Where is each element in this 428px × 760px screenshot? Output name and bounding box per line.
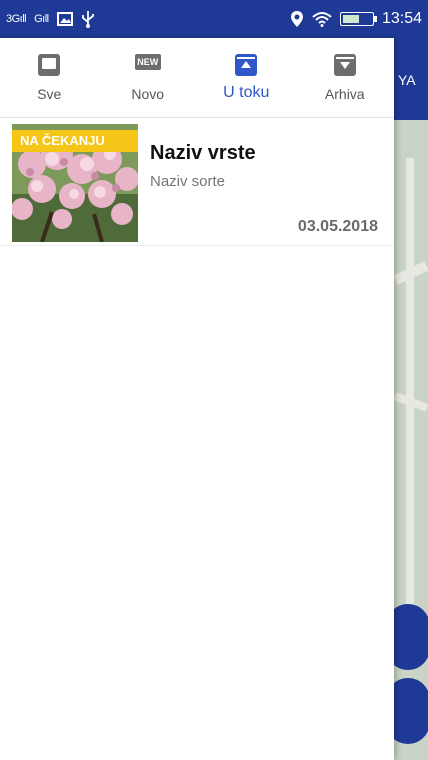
tab-u-toku[interactable]: U toku: [197, 38, 296, 117]
tab-novo[interactable]: NEW Novo: [99, 38, 198, 117]
tab-label: Arhiva: [324, 86, 365, 102]
tab-arhiva[interactable]: Arhiva: [296, 38, 395, 117]
image-icon: [56, 12, 73, 26]
tab-bar: Sve NEW Novo U toku Arhiva: [0, 38, 394, 118]
list-item[interactable]: NA ČEKANJU Naziv vrste Naziv sorte 03.05…: [0, 118, 394, 246]
background-map: YA: [394, 38, 428, 760]
inbox-icon: [38, 54, 61, 76]
usb-icon: [81, 11, 94, 28]
signal-icon: 3Gıll: [6, 13, 27, 25]
item-subtitle: Naziv sorte: [150, 173, 226, 190]
background-header: YA: [394, 38, 428, 120]
battery-icon: [339, 12, 377, 26]
item-date: 03.05.2018: [297, 218, 378, 235]
tab-label: U toku: [223, 84, 270, 101]
navigation-drawer: Sve NEW Novo U toku Arhiva NA ČEKANJU Na…: [0, 38, 394, 760]
status-right: 13:54: [290, 10, 422, 28]
archive-down-icon: [333, 54, 356, 76]
status-bar: 3Gıll Gıll 13:54: [0, 0, 428, 38]
archive-up-icon: [235, 54, 258, 76]
item-title: Naziv vrste: [150, 142, 256, 164]
status-left: 3Gıll Gıll: [6, 10, 95, 28]
wifi-icon: [312, 12, 332, 27]
signal-icon-2: Gıll: [34, 13, 49, 25]
fab-button-1[interactable]: [394, 604, 428, 670]
tab-sve[interactable]: Sve: [0, 38, 99, 117]
tab-label: Sve: [37, 86, 62, 102]
item-body: Naziv vrste Naziv sorte 03.05.2018: [150, 124, 382, 239]
new-badge-icon: NEW: [134, 54, 161, 70]
tab-label: Novo: [131, 86, 165, 102]
location-icon: [290, 11, 303, 27]
clock: 13:54: [381, 10, 422, 27]
status-badge: NA ČEKANJU: [12, 130, 138, 152]
fab-button-2[interactable]: [394, 678, 428, 744]
item-thumbnail: NA ČEKANJU: [12, 124, 138, 242]
